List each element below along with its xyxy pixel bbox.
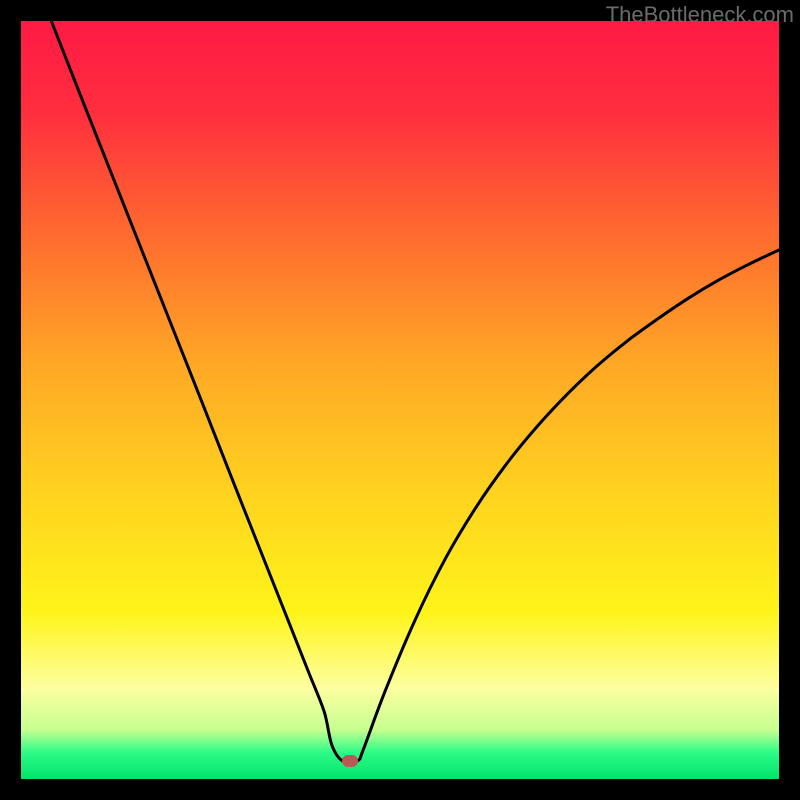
watermark-text: TheBottleneck.com: [606, 2, 794, 28]
gradient-background: [21, 21, 779, 779]
bottleneck-chart: [21, 21, 779, 779]
optimum-marker: [342, 755, 358, 767]
chart-frame: [21, 21, 779, 779]
